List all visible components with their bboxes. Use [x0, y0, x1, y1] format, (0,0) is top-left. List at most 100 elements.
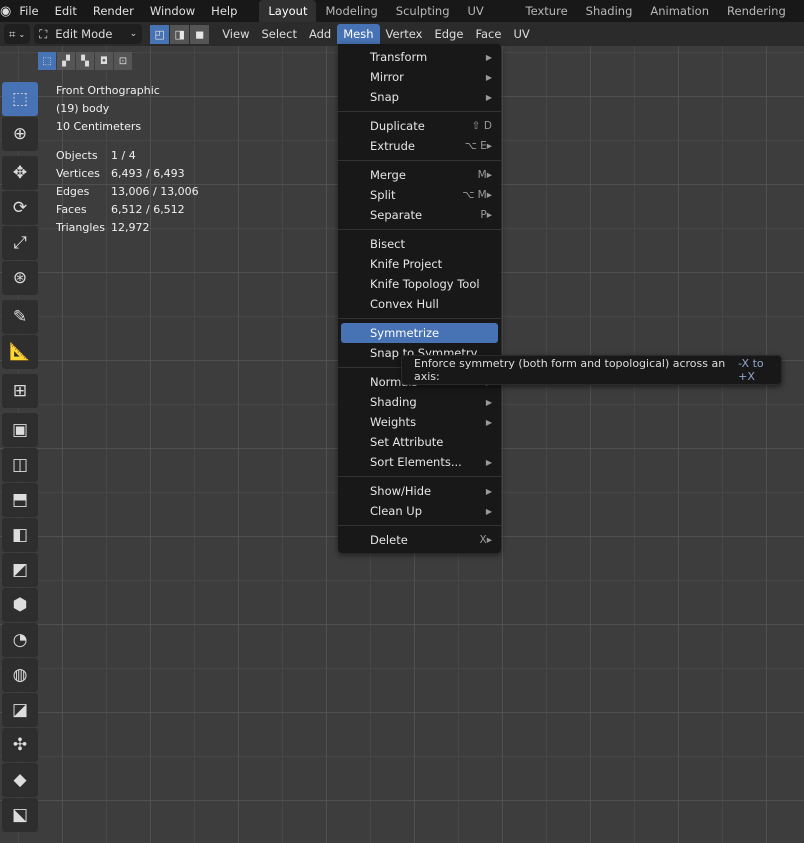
tool-cursor[interactable]: ⊕ [2, 117, 38, 151]
tool-scale[interactable]: ⤢ [2, 226, 38, 260]
menu-vertex[interactable]: Vertex [380, 24, 429, 44]
menu-add[interactable]: Add [303, 24, 337, 44]
tab-rendering[interactable]: Rendering [718, 0, 795, 22]
menu-item-weights[interactable]: Weights ▶ [341, 412, 498, 432]
stat-label: Objects [56, 149, 98, 162]
tool-edge-slide[interactable]: ◪ [2, 693, 38, 727]
menu-window[interactable]: Window [142, 4, 203, 18]
tab-layout[interactable]: Layout [259, 0, 317, 22]
shortcut-label: ⇧ D [471, 120, 492, 132]
tab-uv-editing[interactable]: UV Editing [459, 0, 517, 40]
menu-item-separate[interactable]: Separate P▸ [341, 205, 498, 225]
menu-item-delete[interactable]: Delete X▸ [341, 530, 498, 550]
menu-item-transform[interactable]: Transform ▶ [341, 47, 498, 67]
menu-item-show-hide[interactable]: Show/Hide ▶ [341, 481, 498, 501]
tool-extrude-region[interactable]: ▣ [2, 413, 38, 447]
menu-item-label: Set Attribute [370, 435, 444, 449]
mode-select[interactable]: ⛶ Edit Mode ⌄ [34, 24, 143, 44]
menu-file[interactable]: File [11, 4, 46, 18]
menu-uv[interactable]: UV [507, 24, 535, 44]
mode-label: Edit Mode [55, 27, 113, 41]
menu-item-shading[interactable]: Shading ▶ [341, 392, 498, 412]
blender-logo-icon[interactable]: ◉ [0, 4, 11, 19]
tool-shrink-fatten[interactable]: ✣ [2, 728, 38, 762]
selection-modes: ⬚ ▞ ▚ ◘ ⊡ [38, 52, 133, 70]
menu-item-knife-project[interactable]: Knife Project [341, 254, 498, 274]
menu-select[interactable]: Select [255, 24, 302, 44]
tool-poly-build[interactable]: ⬢ [2, 588, 38, 622]
menu-item-bisect[interactable]: Bisect [341, 234, 498, 254]
smooth-icon: ◍ [12, 665, 28, 685]
menu-item-symmetrize[interactable]: Symmetrize [341, 323, 498, 343]
stat-row: Edges 13,006 / 13,006 [56, 183, 199, 201]
tab-texture-paint[interactable]: Texture Paint [517, 0, 577, 40]
editor-type-button[interactable]: ⌗ ⌄ [4, 24, 31, 44]
tool-knife[interactable]: ◩ [2, 553, 38, 587]
select-mode-group: ◰ ◨ ◼ [150, 24, 210, 44]
tab-modeling[interactable]: Modeling [316, 0, 386, 22]
grid-scale: 10 Centimeters [56, 120, 142, 133]
menu-item-label: Knife Project [370, 257, 443, 271]
menu-item-set-attribute[interactable]: Set Attribute [341, 432, 498, 452]
menu-item-snap[interactable]: Snap ▶ [341, 87, 498, 107]
tool-bevel[interactable]: ⬒ [2, 483, 38, 517]
tool-rip-region[interactable]: ⬕ [2, 798, 38, 832]
stat-label: Vertices [56, 167, 100, 180]
menu-item-mirror[interactable]: Mirror ▶ [341, 67, 498, 87]
toolbar: ⬚ ⊕ ✥ ⟳ ⤢ ⊛ ✎ 📐 ⊞ ▣ ◫ ⬒ ◧ ◩ ⬢ ◔ ◍ ◪ ✣ ◆ ⬕ [2, 82, 38, 833]
menu-item-merge[interactable]: Merge M▸ [341, 165, 498, 185]
menu-item-label: Show/Hide [370, 484, 432, 498]
menu-edge[interactable]: Edge [428, 24, 469, 44]
stat-label: Faces [56, 203, 87, 216]
menu-item-sort-elements[interactable]: Sort Elements... ▶ [341, 452, 498, 472]
shortcut-label: ⌥ M▸ [462, 189, 492, 201]
menu-render[interactable]: Render [85, 4, 142, 18]
tool-annotate[interactable]: ✎ [2, 300, 38, 334]
edge-select-icon[interactable]: ◨ [170, 24, 190, 44]
tool-measure[interactable]: 📐 [2, 335, 38, 369]
menu-help[interactable]: Help [203, 4, 245, 18]
select-subtract-icon[interactable]: ▚ [76, 52, 94, 70]
menu-separator [338, 229, 501, 230]
tab-animation[interactable]: Animation [641, 0, 718, 22]
tool-shear[interactable]: ◆ [2, 763, 38, 797]
select-invert-icon[interactable]: ◘ [95, 52, 113, 70]
tool-add-cube[interactable]: ⊞ [2, 374, 38, 408]
menu-item-label: Separate [370, 208, 423, 222]
menu-view[interactable]: View [216, 24, 255, 44]
rip-region-icon: ⬕ [11, 805, 29, 825]
tool-move[interactable]: ✥ [2, 156, 38, 190]
menu-item-duplicate[interactable]: Duplicate ⇧ D [341, 116, 498, 136]
select-intersect-icon[interactable]: ⊡ [114, 52, 132, 70]
menu-separator [338, 160, 501, 161]
tool-spin[interactable]: ◔ [2, 623, 38, 657]
menu-edit[interactable]: Edit [47, 4, 85, 18]
menu-item-knife-topology-tool[interactable]: Knife Topology Tool [341, 274, 498, 294]
shortcut-label: X▸ [479, 534, 492, 546]
measure-icon: 📐 [9, 342, 31, 362]
menu-separator [338, 476, 501, 477]
menu-item-split[interactable]: Split ⌥ M▸ [341, 185, 498, 205]
tab-shading[interactable]: Shading [577, 0, 642, 22]
tool-rotate[interactable]: ⟳ [2, 191, 38, 225]
face-select-icon[interactable]: ◼ [190, 24, 210, 44]
vertex-select-icon[interactable]: ◰ [150, 24, 170, 44]
menu-item-extrude[interactable]: Extrude ⌥ E▸ [341, 136, 498, 156]
tool-inset-faces[interactable]: ◫ [2, 448, 38, 482]
tool-transform[interactable]: ⊛ [2, 261, 38, 295]
menu-item-label: Shading [370, 395, 417, 409]
select-new-icon[interactable]: ⬚ [38, 52, 56, 70]
tab-c[interactable]: C [795, 0, 804, 22]
shortcut-label: M▸ [477, 169, 492, 181]
menu-mesh[interactable]: Mesh [337, 24, 380, 44]
tool-select-box[interactable]: ⬚ [2, 82, 38, 116]
menu-item-clean-up[interactable]: Clean Up ▶ [341, 501, 498, 521]
menu-face[interactable]: Face [469, 24, 507, 44]
select-extend-icon[interactable]: ▞ [57, 52, 75, 70]
view-name: Front Orthographic [56, 84, 160, 97]
menu-item-label: Mirror [370, 70, 404, 84]
tool-smooth[interactable]: ◍ [2, 658, 38, 692]
tool-loop-cut[interactable]: ◧ [2, 518, 38, 552]
tab-sculpting[interactable]: Sculpting [387, 0, 459, 22]
menu-item-convex-hull[interactable]: Convex Hull [341, 294, 498, 314]
